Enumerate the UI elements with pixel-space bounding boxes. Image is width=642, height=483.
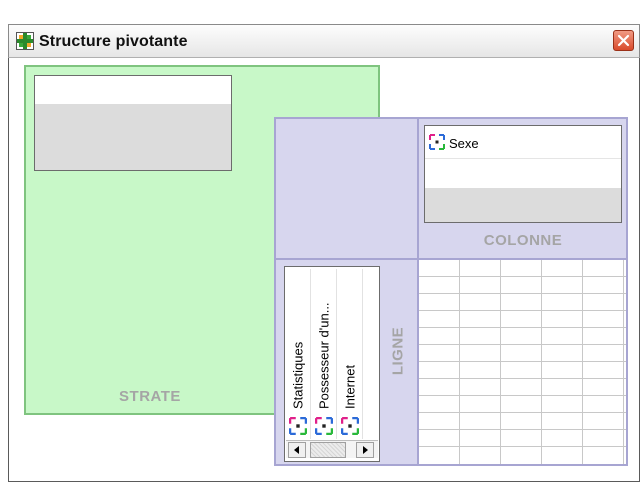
colonne-item-sexe[interactable]: Sexe	[429, 134, 479, 153]
scroll-left-button[interactable]	[288, 442, 306, 458]
ligne-item-label: Internet	[342, 364, 358, 409]
ligne-list[interactable]: Statistiques Possesseur d'un... Internet	[284, 266, 380, 462]
ligne-horizontal-scrollbar[interactable]	[286, 440, 378, 458]
pivot-dimension-icon	[341, 417, 359, 435]
ligne-item-label: Possesseur d'un...	[316, 302, 332, 409]
strate-list[interactable]	[34, 75, 232, 171]
pivot-dimension-icon	[289, 417, 307, 435]
strate-label: STRATE	[119, 388, 181, 405]
scrollbar-thumb[interactable]	[310, 442, 346, 458]
title-bar[interactable]: Structure pivotante	[8, 24, 640, 58]
ligne-item-possesseur[interactable]: Possesseur d'un...	[313, 269, 335, 439]
close-button[interactable]	[613, 30, 634, 51]
colonne-item-label: Sexe	[449, 136, 479, 151]
scroll-right-button[interactable]	[356, 442, 374, 458]
close-icon	[617, 34, 630, 47]
ligne-label-container: LIGNE	[386, 266, 410, 436]
ligne-item-statistiques[interactable]: Statistiques	[287, 269, 309, 439]
pivot-app-icon	[16, 32, 34, 50]
window-title: Structure pivotante	[39, 33, 188, 50]
ligne-label: LIGNE	[389, 326, 407, 376]
arrow-left-icon	[294, 446, 299, 454]
arrow-right-icon	[363, 446, 368, 454]
pivot-dimension-icon	[429, 134, 445, 153]
table-preview-grid	[419, 260, 626, 464]
ligne-item-label: Statistiques	[290, 341, 306, 409]
pivot-dimension-icon	[315, 417, 333, 435]
ligne-item-internet[interactable]: Internet	[339, 269, 361, 439]
colonne-list[interactable]: Sexe	[424, 125, 622, 223]
colonne-label: COLONNE	[483, 232, 563, 249]
